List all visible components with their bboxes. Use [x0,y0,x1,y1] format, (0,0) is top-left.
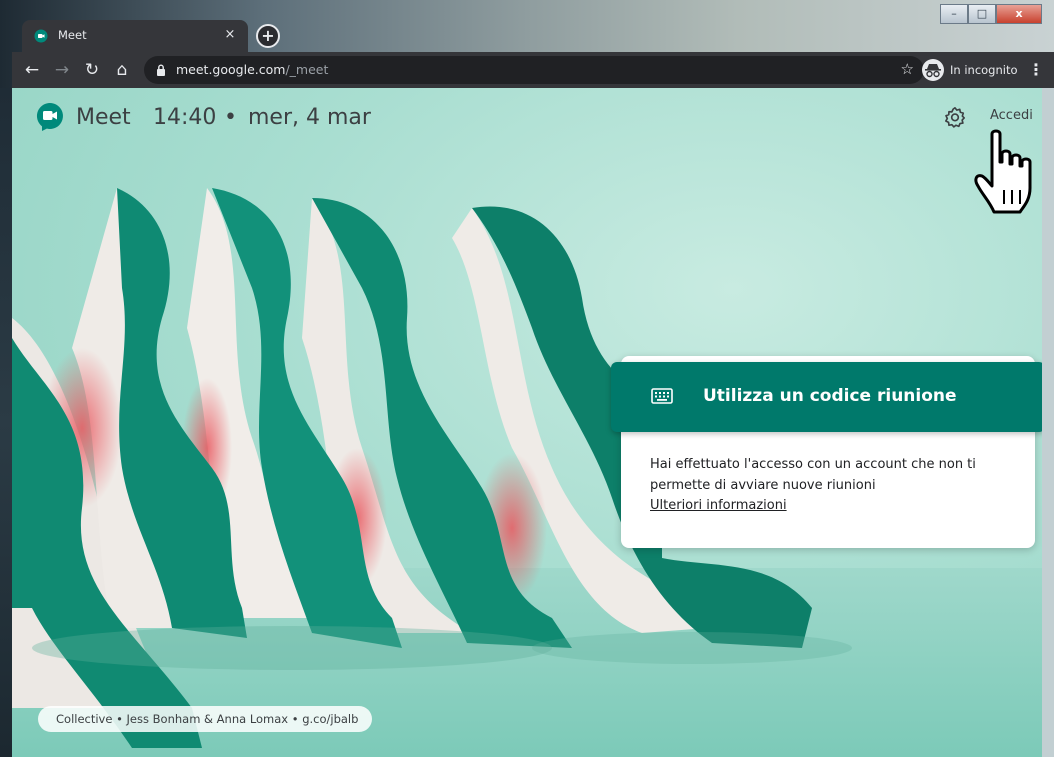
url-host: meet.google.com [176,62,286,77]
current-time: 14:40 [153,105,217,130]
window-controls: – □ x [940,4,1042,24]
lock-icon [157,64,165,76]
meet-page: Meet 14:40 • mer, 4 mar Accedi Utilizza … [12,88,1042,757]
meet-favicon-icon [34,29,48,43]
browser-tab[interactable]: Meet × [22,20,248,52]
settings-gear-icon[interactable] [944,106,966,128]
use-meeting-code-button[interactable]: Utilizza un codice riunione [611,362,1042,432]
new-tab-button[interactable]: + [256,24,280,48]
account-restriction-message: Hai effettuato l'accesso con un account … [650,457,976,493]
minimize-button[interactable]: – [940,4,968,24]
url-path: /_meet [285,62,329,77]
home-icon[interactable]: ⌂ [110,58,134,82]
desktop-edge-left [0,88,12,757]
use-meeting-code-label: Utilizza un codice riunione [703,386,957,406]
browser-toolbar: ← → ↻ ⌂ meet.google.com/_meet ☆ In incog… [12,52,1054,88]
meet-header: Meet 14:40 • mer, 4 mar Accedi [12,88,1042,148]
reload-icon[interactable]: ↻ [80,58,104,82]
maximize-button[interactable]: □ [968,4,996,24]
url-text: meet.google.com/_meet [176,62,328,77]
learn-more-link[interactable]: Ulteriori informazioni [650,498,787,513]
keyboard-icon [651,388,673,404]
browser-menu-icon[interactable]: ⋮ [1028,58,1044,82]
back-arrow-icon[interactable]: ← [20,58,44,82]
incognito-icon [922,59,944,81]
address-bar[interactable]: meet.google.com/_meet ☆ [144,56,924,84]
artwork-credit[interactable]: Collective • Jess Bonham & Anna Lomax • … [38,706,373,732]
tab-title: Meet [58,28,87,42]
bookmark-star-icon[interactable]: ☆ [901,60,914,78]
meet-brand: Meet [76,105,131,130]
time-date-separator: • [224,105,237,130]
incognito-indicator[interactable]: In incognito [922,56,1018,84]
close-window-button[interactable]: x [996,4,1042,24]
tab-strip: Meet × + – □ x [0,0,1054,52]
incognito-label: In incognito [950,63,1018,77]
signin-link[interactable]: Accedi [990,108,1033,123]
hand-pointer-cursor-icon [974,129,1032,214]
current-date: mer, 4 mar [248,105,371,130]
tab-close-icon[interactable]: × [222,27,238,43]
meet-logo-icon [36,103,63,131]
desktop-edge-right [1042,88,1054,757]
forward-arrow-icon[interactable]: → [50,58,74,82]
